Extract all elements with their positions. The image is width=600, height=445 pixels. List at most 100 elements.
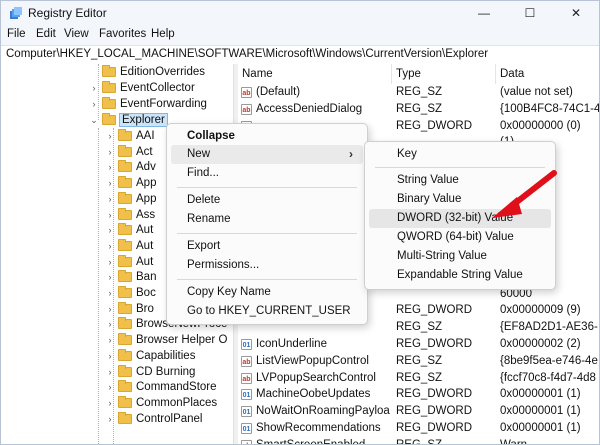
table-row[interactable]: 01 NoWaitOnRoamingPayloads REG_DWORD 0x0000… [238,404,599,421]
chevron-right-icon[interactable]: › [105,257,115,267]
chevron-right-icon[interactable]: › [105,319,115,329]
chevron-right-icon[interactable]: › [105,241,115,251]
menu-find[interactable]: Find... [171,164,363,183]
tree-item[interactable]: › Aut [105,222,153,238]
submenu-key[interactable]: Key [369,145,551,164]
chevron-right-icon[interactable]: › [105,272,115,282]
column-header-name[interactable]: Name [238,64,392,84]
registry-editor-window: Registry Editor — ☐ ✕ File Edit View Fav… [0,0,600,445]
tree-item[interactable]: › Adv [105,159,156,175]
tree-item[interactable]: › Bro [105,301,154,317]
submenu-binary-value[interactable]: Binary Value [369,190,551,209]
submenu-dword-value[interactable]: DWORD (32-bit) Value [369,209,551,228]
column-header-type[interactable]: Type [392,64,496,84]
menu-help[interactable]: Help [151,28,175,40]
menu-bar: File Edit View Favorites Help [1,25,599,45]
chevron-right-icon[interactable]: › [105,351,115,361]
chevron-right-icon[interactable]: › [105,335,115,345]
menu-view[interactable]: View [64,28,89,40]
menu-permissions[interactable]: Permissions... [171,256,363,275]
chevron-right-icon[interactable]: › [105,178,115,188]
menu-delete[interactable]: Delete [171,191,363,210]
maximize-button[interactable]: ☐ [507,1,553,25]
menu-file[interactable]: File [7,28,26,40]
tree-item-label: Explorer [119,113,168,127]
chevron-right-icon[interactable]: › [89,83,99,93]
tree-item[interactable]: › Browser Helper O [105,332,227,348]
table-row[interactable]: ab LVPopupSearchControl REG_SZ {fccf70c8-f4… [238,371,599,388]
menu-separator [177,233,357,234]
tree-item[interactable]: › Capabilities [105,348,195,364]
submenu-string-value[interactable]: String Value [369,171,551,190]
cell-type: REG_SZ [396,321,443,334]
table-row[interactable]: ab ListViewPopupControl REG_SZ {8be9f5ea-e7… [238,354,599,371]
table-row[interactable]: 01 ShowRecommendations REG_DWORD 0x00000001… [238,421,599,438]
chevron-right-icon[interactable]: › [105,304,115,314]
tree-item[interactable]: › App [105,175,156,191]
tree-item-label: Browser Helper O [136,334,228,347]
chevron-right-icon[interactable]: › [105,414,115,424]
minimize-icon: — [478,6,490,20]
submenu-multi-string-value[interactable]: Multi-String Value [369,247,551,266]
cell-name: NoWaitOnRoamingPayloads [256,405,390,418]
tree-item-label: Bro [136,302,154,315]
submenu-qword-value[interactable]: QWORD (64-bit) Value [369,228,551,247]
tree-item-eventcollector[interactable]: › EventCollector [89,80,195,96]
tree-item[interactable]: › CommonPlaces [105,395,217,411]
table-row[interactable]: 01 IconUnderline REG_DWORD 0x00000002 (2) [238,337,599,354]
table-row[interactable]: ab (Default) REG_SZ (value not set) [238,85,599,102]
tree-item[interactable]: › Act [105,144,153,160]
tree-item-label: Aut [136,255,154,268]
menu-collapse[interactable]: Collapse [171,127,363,146]
menu-copy-key-name[interactable]: Copy Key Name [171,283,363,302]
folder-icon [118,317,132,330]
tree-item[interactable]: › Boc [105,285,156,301]
chevron-right-icon[interactable]: › [105,194,115,204]
cell-type: REG_DWORD [396,338,473,350]
cell-type: REG_DWORD [396,388,473,401]
tree-item[interactable]: › CommandStore [105,379,217,395]
menu-export[interactable]: Export [171,237,363,256]
minimize-button[interactable]: — [461,1,507,25]
cell-type: REG_DWORD [396,304,473,317]
chevron-right-icon[interactable]: › [105,398,115,408]
table-row[interactable]: ab SmartScreenEnabled REG_SZ Warn [238,438,599,444]
column-header-data[interactable]: Data [496,64,599,84]
address-bar[interactable]: Computer\HKEY_LOCAL_MACHINE\SOFTWARE\Mic… [1,45,599,65]
folder-icon [118,348,132,361]
chevron-right-icon[interactable]: › [105,162,115,172]
tree-item[interactable]: › AAI [105,128,155,144]
menu-rename[interactable]: Rename [171,210,363,229]
table-row[interactable]: 01 MachineOobeUpdates REG_DWORD 0x00000001 … [238,387,599,404]
tree-item-explorer[interactable]: ⌄ Explorer [89,112,168,128]
close-button[interactable]: ✕ [553,1,599,25]
tree-item[interactable]: › Aut [105,238,153,254]
chevron-right-icon[interactable]: › [105,225,115,235]
tree-item[interactable]: › Ass [105,207,155,223]
chevron-right-icon[interactable]: › [105,367,115,377]
tree-item-eventforwarding[interactable]: › EventForwarding [89,96,207,112]
menu-goto-hkcu[interactable]: Go to HKEY_CURRENT_USER [171,302,363,321]
string-value-icon: ab [241,103,252,115]
tree-item-editionoverrides[interactable]: EditionOverrides [89,64,205,80]
cell-name: LVPopupSearchControl [256,371,376,384]
menu-favorites[interactable]: Favorites [99,28,146,40]
string-value-icon: ab [241,355,252,367]
submenu-expandable-string-value[interactable]: Expandable String Value [369,266,551,285]
tree-item[interactable]: › Aut [105,254,153,270]
chevron-right-icon[interactable]: › [105,288,115,298]
tree-item[interactable]: › ControlPanel [105,411,202,427]
chevron-right-icon[interactable]: › [105,382,115,392]
table-row[interactable]: ab AccessDeniedDialog REG_SZ {100B4FC8-74C1… [238,102,599,119]
cell-type: REG_DWORD [396,405,473,418]
chevron-right-icon[interactable]: › [89,99,99,109]
chevron-right-icon[interactable]: › [105,147,115,157]
menu-edit[interactable]: Edit [36,28,56,40]
chevron-right-icon[interactable]: › [105,210,115,220]
tree-item[interactable]: › App [105,191,156,207]
menu-new[interactable]: New › [171,145,363,164]
chevron-right-icon[interactable]: › [105,131,115,141]
tree-item[interactable]: › Ban [105,269,156,285]
tree-item[interactable]: › CD Burning [105,364,195,380]
chevron-down-icon[interactable]: ⌄ [89,115,99,126]
